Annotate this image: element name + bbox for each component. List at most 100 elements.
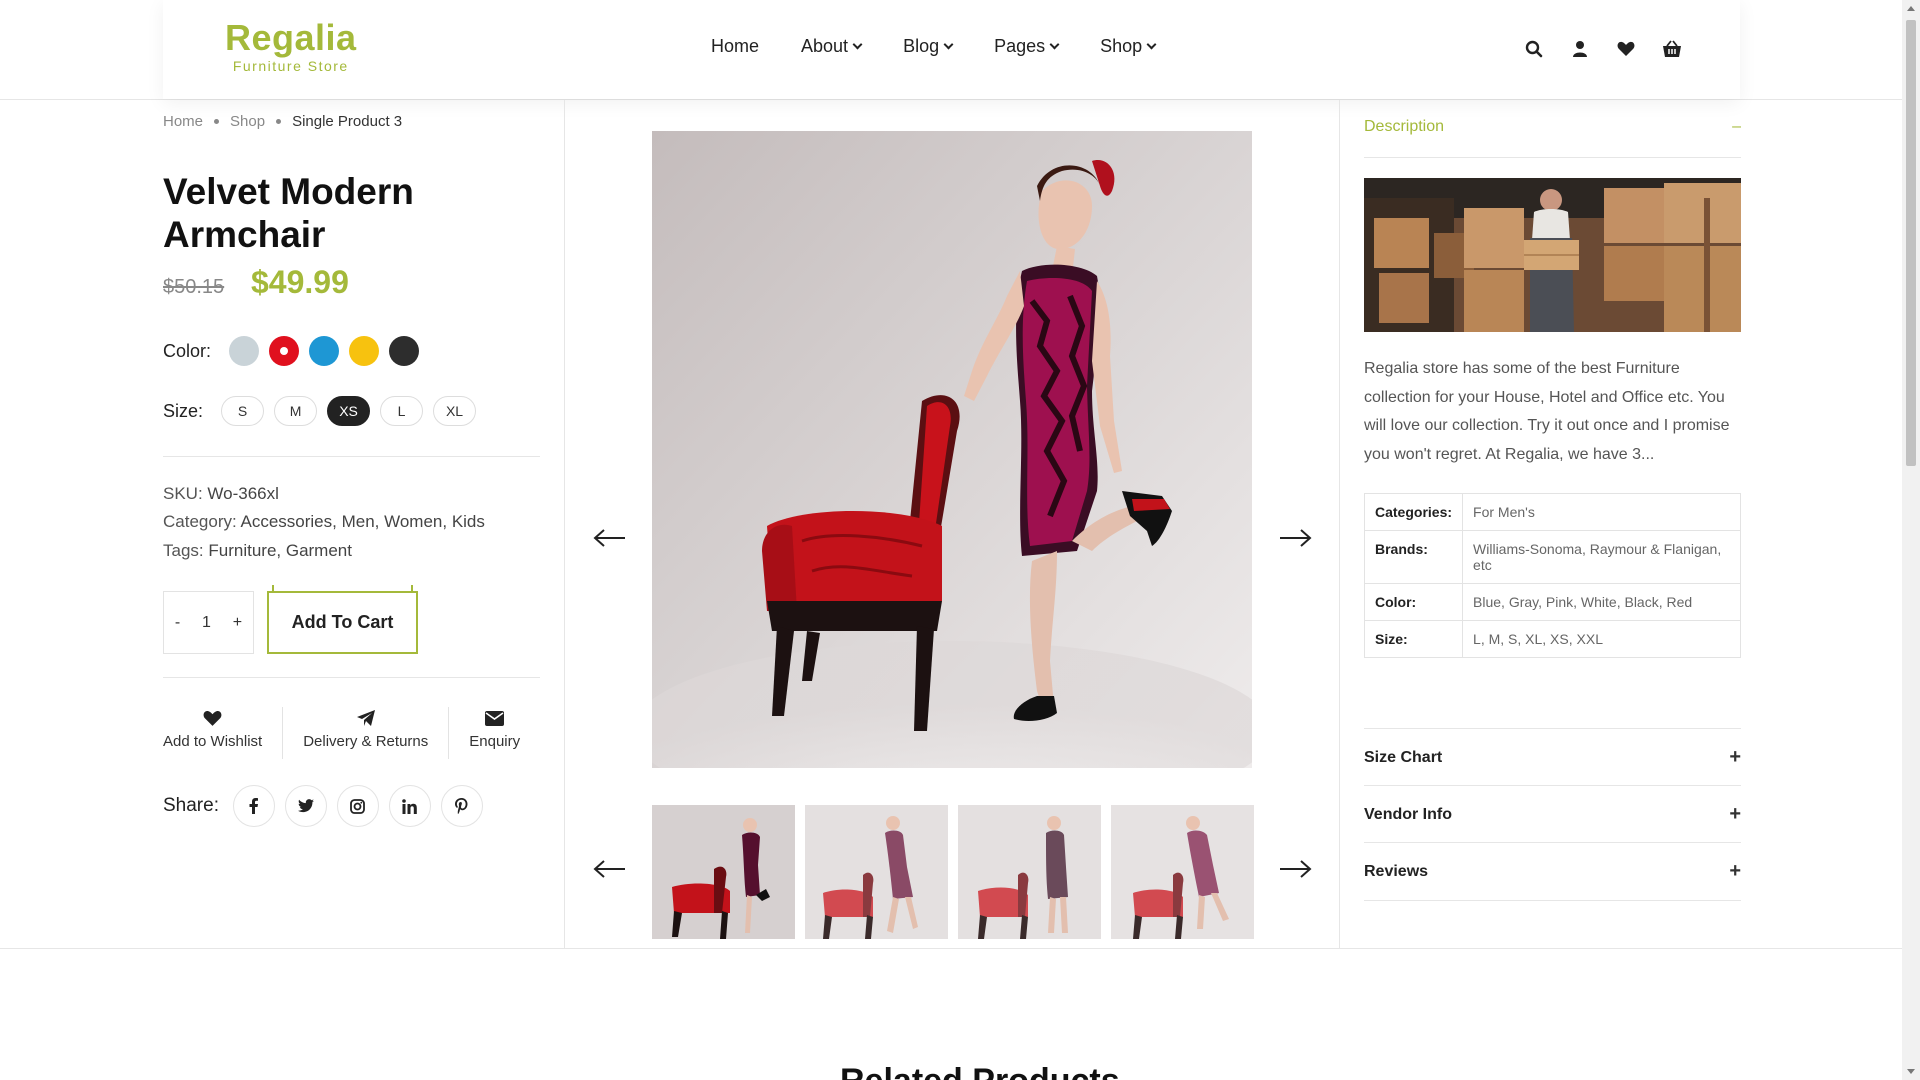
nav-item-shop[interactable]: Shop: [1100, 36, 1157, 57]
breadcrumb-shop[interactable]: Shop: [230, 113, 265, 130]
size-chart-accordion[interactable]: Size Chart +: [1364, 746, 1741, 769]
basket-icon[interactable]: [1661, 38, 1683, 60]
thumbnail-1[interactable]: [652, 805, 795, 939]
user-icon[interactable]: [1569, 38, 1591, 60]
category-value[interactable]: Accessories, Men, Women, Kids: [241, 512, 485, 531]
add-to-cart-button[interactable]: Add To Cart: [267, 585, 418, 654]
product-price: $49.99: [251, 264, 349, 300]
breadcrumb-current: Single Product 3: [292, 113, 403, 130]
size-option-s[interactable]: S: [221, 396, 265, 426]
column-divider: [564, 100, 565, 948]
spec-row: Size: L, M, S, XL, XS, XXL: [1363, 620, 1741, 658]
nav-item-pages[interactable]: Pages: [994, 36, 1060, 57]
size-option-m[interactable]: M: [274, 396, 318, 426]
breadcrumb: Home Shop Single Product 3: [163, 113, 402, 130]
thumbnails-prev-arrow[interactable]: [593, 859, 627, 879]
spec-value: L, M, S, XL, XS, XXL: [1462, 620, 1741, 658]
size-option-l[interactable]: L: [380, 396, 424, 426]
gallery-next-arrow[interactable]: [1278, 528, 1312, 548]
wishlist-label: Add to Wishlist: [163, 733, 263, 750]
tags-label: Tags:: [163, 541, 204, 560]
color-swatch-gray[interactable]: [229, 336, 260, 366]
chevron-down-icon: [943, 39, 954, 50]
share-row: Share:: [163, 785, 493, 827]
thumbnail-photo: [805, 805, 948, 939]
enquiry-label: Enquiry: [469, 733, 521, 750]
spec-value: Williams-Sonoma, Raymour & Flanigan, etc: [1462, 530, 1741, 584]
product-main-image[interactable]: [652, 131, 1252, 768]
qty-input[interactable]: 1: [202, 614, 211, 632]
thumbnail-photo: [958, 805, 1101, 939]
quantity-stepper: - 1 +: [163, 591, 254, 654]
breadcrumb-separator: [214, 119, 220, 124]
color-swatch-red[interactable]: [269, 336, 300, 366]
color-swatch-blue[interactable]: [309, 336, 340, 366]
nav-label: Blog: [903, 36, 940, 56]
chevron-down-icon: [1146, 39, 1157, 50]
linkedin-icon[interactable]: [388, 785, 431, 827]
nav-label: Shop: [1100, 36, 1143, 56]
delivery-returns-button[interactable]: Delivery & Returns: [303, 707, 428, 750]
vendor-info-accordion[interactable]: Vendor Info +: [1364, 803, 1741, 826]
nav-label: Pages: [994, 36, 1046, 56]
related-products-heading: Related Products: [840, 1062, 1120, 1080]
spec-row: Brands: Williams-Sonoma, Raymour & Flani…: [1363, 530, 1741, 584]
enquiry-button[interactable]: Enquiry: [469, 707, 520, 750]
thumbnail-3[interactable]: [958, 805, 1101, 939]
twitter-icon[interactable]: [284, 785, 327, 827]
breadcrumb-home[interactable]: Home: [163, 113, 203, 130]
thumbnails-next-arrow[interactable]: [1278, 859, 1312, 879]
reviews-accordion[interactable]: Reviews +: [1364, 860, 1741, 883]
size-option-xl[interactable]: XL: [433, 396, 477, 426]
thumbnail-4[interactable]: [1111, 805, 1254, 939]
logo-tagline: Furniture Store: [232, 58, 349, 74]
scrollbar-thumb[interactable]: [1906, 20, 1916, 466]
tags-value[interactable]: Furniture, Garment: [208, 541, 352, 560]
action-separator: [282, 707, 284, 759]
color-swatch-black[interactable]: [389, 336, 420, 366]
thumbnail-2[interactable]: [805, 805, 948, 939]
spec-value: For Men's: [1462, 493, 1741, 531]
instagram-icon[interactable]: [336, 785, 379, 827]
sku-row: SKU: Wo-366xl: [163, 479, 279, 508]
accordion-label: Size Chart: [1364, 748, 1443, 766]
spec-key: Color:: [1363, 583, 1464, 621]
envelope-icon: [485, 707, 505, 729]
qty-decrease-button[interactable]: -: [175, 614, 180, 632]
spec-table: Categories: For Men's Brands: Williams-S…: [1363, 493, 1741, 658]
nav-item-about[interactable]: About: [801, 36, 863, 57]
product-photo: [652, 131, 1252, 768]
column-divider: [1339, 100, 1340, 948]
category-label: Category:: [163, 512, 237, 531]
warehouse-photo: [1364, 178, 1741, 332]
site-header: Regalia Furniture Store Home About Blog …: [0, 0, 1902, 100]
product-title: Velvet Modern Armchair: [163, 171, 414, 255]
pinterest-icon[interactable]: [440, 785, 483, 827]
collapse-icon: –: [1732, 118, 1741, 135]
size-selector: Size: S M XS L XL: [163, 396, 486, 426]
description-image: [1364, 178, 1741, 332]
description-accordion-header[interactable]: Description –: [1364, 118, 1741, 136]
page-scrollbar[interactable]: [1902, 0, 1920, 1080]
plus-icon: +: [1729, 803, 1741, 825]
color-swatch-yellow[interactable]: [349, 336, 380, 366]
color-selector: Color:: [163, 336, 429, 366]
size-option-xs[interactable]: XS: [327, 396, 371, 426]
heart-icon[interactable]: [1615, 38, 1637, 60]
search-icon[interactable]: [1523, 38, 1545, 60]
spec-key: Categories:: [1363, 493, 1464, 531]
scroll-down-arrow-icon[interactable]: [1907, 1069, 1915, 1074]
breadcrumb-separator: [276, 119, 282, 124]
spec-key: Size:: [1363, 620, 1464, 658]
main-nav: Home About Blog Pages Shop: [711, 36, 1197, 57]
paper-plane-icon: [356, 707, 376, 729]
nav-item-home[interactable]: Home: [711, 36, 759, 57]
spec-value: Blue, Gray, Pink, White, Black, Red: [1462, 583, 1741, 621]
nav-item-blog[interactable]: Blog: [903, 36, 954, 57]
scroll-up-arrow-icon[interactable]: [1907, 6, 1915, 11]
add-to-wishlist-button[interactable]: Add to Wishlist: [163, 707, 262, 750]
logo[interactable]: Regalia Furniture Store: [225, 18, 357, 75]
facebook-icon[interactable]: [232, 785, 275, 827]
gallery-prev-arrow[interactable]: [593, 528, 627, 548]
qty-increase-button[interactable]: +: [233, 614, 242, 632]
